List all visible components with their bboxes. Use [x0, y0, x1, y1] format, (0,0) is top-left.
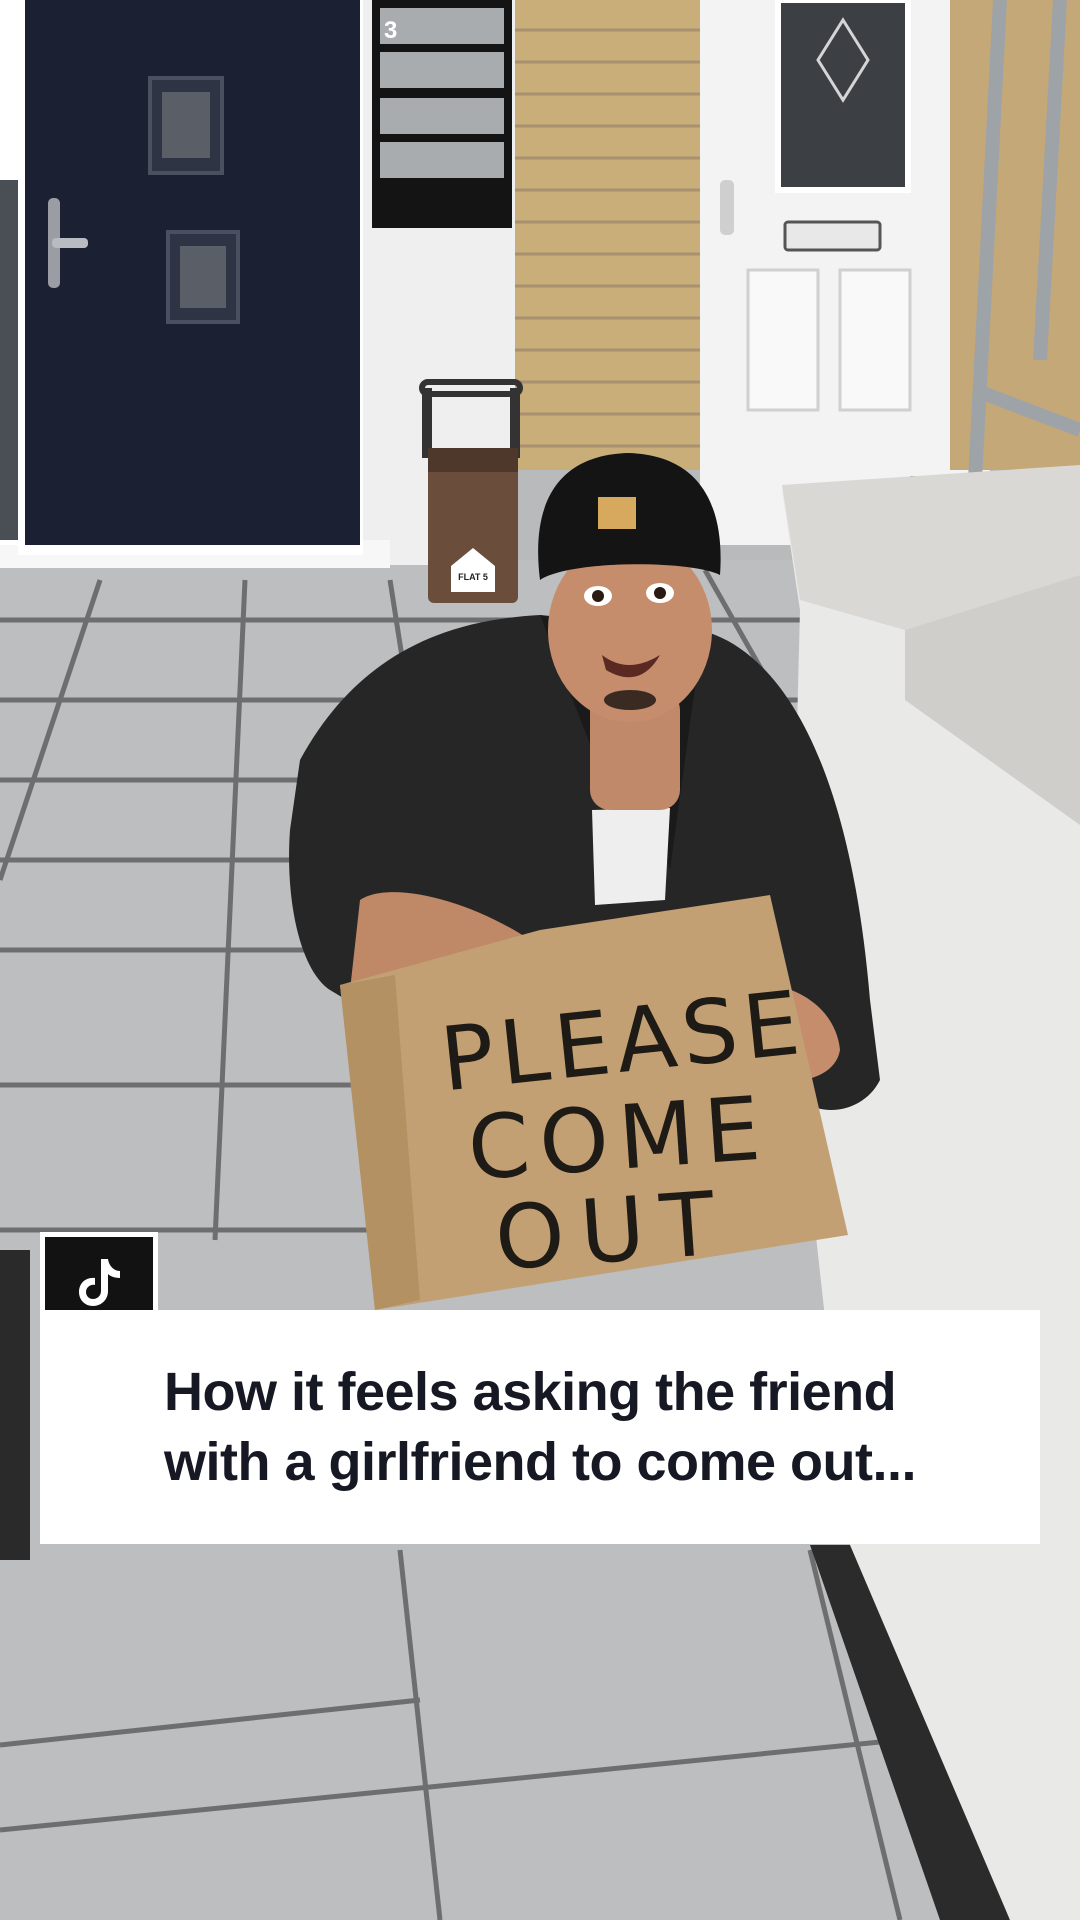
video-frame: 3 FLAT 5 PLEASE COME OUT [0, 0, 1080, 1920]
sign-line-3: OUT [492, 1171, 734, 1290]
white-tshirt [592, 808, 670, 905]
scene-illustration: 3 FLAT 5 PLEASE COME OUT [0, 0, 1080, 1920]
bin-label: FLAT 5 [458, 572, 488, 582]
caption-card: How it feels asking the friend with a gi… [40, 1310, 1040, 1544]
brick-column [515, 0, 705, 470]
caption-text: How it feels asking the friend with a gi… [163, 1362, 917, 1492]
beanie-label-icon [598, 497, 636, 529]
mailbox-number: 3 [384, 17, 397, 44]
tiktok-logo-icon [79, 1259, 120, 1306]
